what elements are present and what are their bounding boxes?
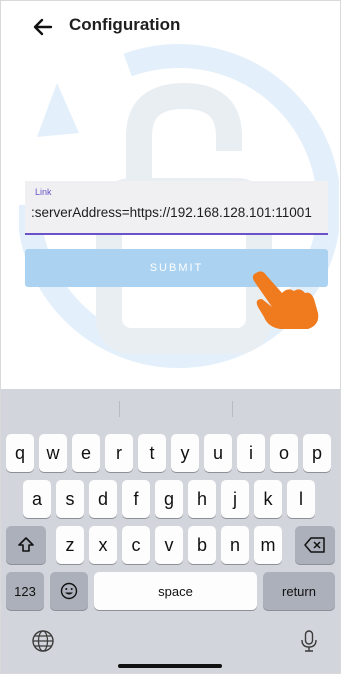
- key-w[interactable]: w: [39, 434, 67, 472]
- delete-key[interactable]: [295, 526, 335, 564]
- key-m[interactable]: m: [254, 526, 282, 564]
- suggestion-bar: [1, 389, 340, 427]
- key-c[interactable]: c: [122, 526, 150, 564]
- key-j[interactable]: j: [221, 480, 249, 518]
- key-f[interactable]: f: [122, 480, 150, 518]
- key-b[interactable]: b: [188, 526, 216, 564]
- key-g[interactable]: g: [155, 480, 183, 518]
- emoji-key[interactable]: [50, 572, 88, 610]
- emoji-icon: [60, 582, 78, 600]
- key-u[interactable]: u: [204, 434, 232, 472]
- key-r[interactable]: r: [105, 434, 133, 472]
- key-z[interactable]: z: [56, 526, 84, 564]
- home-indicator: [118, 664, 222, 668]
- key-s[interactable]: s: [56, 480, 84, 518]
- page-title: Configuration: [69, 15, 181, 34]
- shift-icon: [18, 537, 34, 552]
- microphone-icon[interactable]: [297, 629, 321, 653]
- key-n[interactable]: n: [221, 526, 249, 564]
- key-p[interactable]: p: [303, 434, 331, 472]
- shift-key[interactable]: [6, 526, 46, 564]
- key-a[interactable]: a: [23, 480, 51, 518]
- key-x[interactable]: x: [89, 526, 117, 564]
- suggestion-divider: [119, 401, 120, 417]
- link-input[interactable]: [31, 205, 325, 220]
- globe-icon[interactable]: [31, 629, 55, 653]
- return-key[interactable]: return: [263, 572, 335, 610]
- screen: Configuration Link SUBMIT q w e r t y u …: [0, 0, 341, 674]
- key-h[interactable]: h: [188, 480, 216, 518]
- arrow-left-icon[interactable]: [31, 15, 55, 39]
- link-value-container: [31, 205, 325, 220]
- app-header: Configuration: [1, 1, 340, 53]
- link-field[interactable]: Link: [25, 181, 328, 235]
- numbers-key[interactable]: 123: [6, 572, 44, 610]
- space-key[interactable]: space: [94, 572, 257, 610]
- key-y[interactable]: y: [171, 434, 199, 472]
- backspace-icon: [304, 537, 325, 553]
- key-i[interactable]: i: [237, 434, 265, 472]
- key-k[interactable]: k: [254, 480, 282, 518]
- key-l[interactable]: l: [287, 480, 315, 518]
- suggestion-divider: [232, 401, 233, 417]
- link-label: Link: [35, 187, 52, 197]
- key-o[interactable]: o: [270, 434, 298, 472]
- key-q[interactable]: q: [6, 434, 34, 472]
- key-t[interactable]: t: [138, 434, 166, 472]
- key-d[interactable]: d: [89, 480, 117, 518]
- pointing-hand-icon: [252, 271, 319, 329]
- key-e[interactable]: e: [72, 434, 100, 472]
- key-v[interactable]: v: [155, 526, 183, 564]
- on-screen-keyboard: q w e r t y u i o p a s d f g h j k l z …: [1, 389, 340, 673]
